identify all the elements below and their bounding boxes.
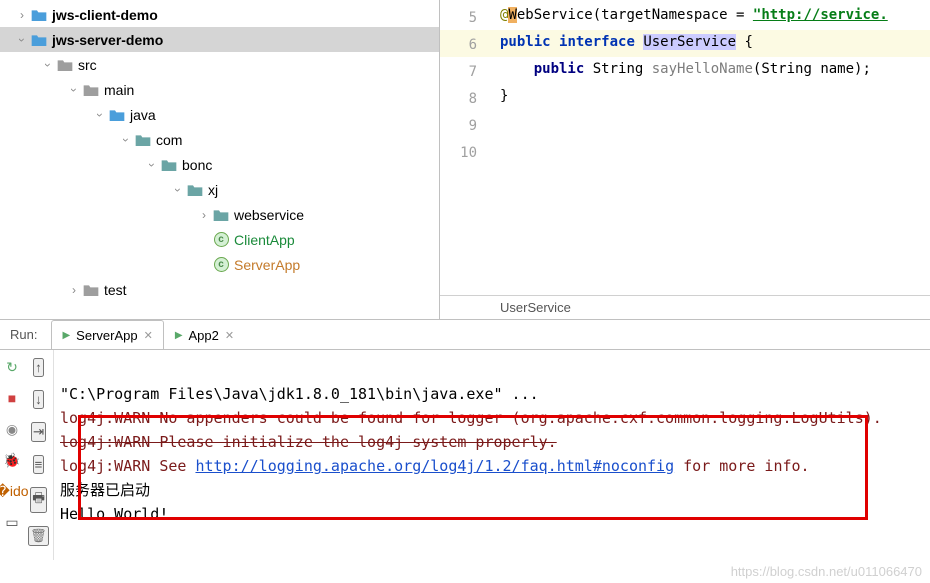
- tree-label: src: [78, 57, 97, 73]
- package-icon: [160, 157, 178, 173]
- tree-label: jws-client-demo: [52, 7, 158, 23]
- folder-icon: [82, 282, 100, 298]
- run-tool-header: Run: ▶ ServerApp ✕ ▶ App2 ✕: [0, 320, 930, 350]
- code-editor[interactable]: 5@WebService(targetNamespace = "http://s…: [440, 0, 930, 319]
- chevron-down-icon: ›: [171, 182, 185, 198]
- rerun-button[interactable]: ↻: [3, 358, 21, 376]
- clear-button[interactable]: 🗑: [28, 526, 49, 546]
- play-icon: ▶: [175, 330, 183, 341]
- line-number: 7: [440, 57, 495, 84]
- line-number: 6: [440, 30, 495, 57]
- tree-item-java[interactable]: › java: [0, 102, 439, 127]
- stop-button[interactable]: ■: [3, 389, 21, 407]
- package-icon: [212, 207, 230, 223]
- line-number: 9: [440, 111, 495, 138]
- play-icon: ▶: [62, 330, 70, 341]
- tree-item-xj[interactable]: › xj: [0, 177, 439, 202]
- breadcrumb[interactable]: UserService: [440, 295, 930, 319]
- tree-label: test: [104, 282, 127, 298]
- tree-item-webservice[interactable]: › webservice: [0, 202, 439, 227]
- folder-icon: [82, 82, 100, 98]
- tree-label: bonc: [182, 157, 212, 173]
- up-button[interactable]: ↑: [33, 358, 44, 377]
- class-icon: c: [212, 232, 230, 248]
- folder-icon: [30, 7, 48, 23]
- tree-item-bonc[interactable]: › bonc: [0, 152, 439, 177]
- line-number: 10: [440, 138, 495, 165]
- chevron-right-icon: ›: [14, 8, 30, 22]
- tree-label: ServerApp: [234, 257, 300, 273]
- exit-button[interactable]: �ido: [3, 482, 21, 500]
- tree-label: webservice: [234, 207, 304, 223]
- folder-icon: [30, 32, 48, 48]
- tree-item-serverapp[interactable]: c ServerApp: [0, 252, 439, 277]
- tree-label: jws-server-demo: [52, 32, 163, 48]
- tree-label: main: [104, 82, 134, 98]
- chevron-right-icon: ›: [66, 283, 82, 297]
- line-number: 8: [440, 84, 495, 111]
- tree-item-jws-server[interactable]: › jws-server-demo: [0, 27, 439, 52]
- down-button[interactable]: ↓: [33, 390, 44, 409]
- debug-button[interactable]: 🐞: [3, 451, 21, 469]
- project-tree[interactable]: › jws-client-demo › jws-server-demo › sr…: [0, 0, 440, 319]
- line-number: 5: [440, 3, 495, 30]
- class-icon: c: [212, 257, 230, 273]
- tree-label: xj: [208, 182, 218, 198]
- dump-button[interactable]: ◉: [3, 420, 21, 438]
- layout-button[interactable]: ▭: [3, 513, 21, 531]
- tree-label: java: [130, 107, 156, 123]
- chevron-right-icon: ›: [196, 208, 212, 222]
- run-tab-app2[interactable]: ▶ App2 ✕: [164, 320, 245, 349]
- annotation-box: [78, 415, 868, 520]
- close-icon[interactable]: ✕: [144, 329, 153, 342]
- tree-item-com[interactable]: › com: [0, 127, 439, 152]
- console-line: "C:\Program Files\Java\jdk1.8.0_181\bin\…: [60, 385, 539, 403]
- folder-icon: [108, 107, 126, 123]
- folder-icon: [56, 57, 74, 73]
- tree-item-main[interactable]: › main: [0, 77, 439, 102]
- run-label: Run:: [0, 327, 51, 342]
- chevron-down-icon: ›: [145, 157, 159, 173]
- chevron-down-icon: ›: [67, 82, 81, 98]
- chevron-down-icon: ›: [41, 57, 55, 73]
- scroll-button[interactable]: ≡: [33, 455, 45, 474]
- chevron-down-icon: ›: [93, 107, 107, 123]
- run-toolbar-left: ↻ ■ ◉ 🐞 �ido ▭: [0, 350, 24, 560]
- package-icon: [134, 132, 152, 148]
- package-icon: [186, 182, 204, 198]
- tree-item-clientapp[interactable]: c ClientApp: [0, 227, 439, 252]
- wrap-button[interactable]: ⇥: [31, 422, 46, 442]
- tree-label: ClientApp: [234, 232, 295, 248]
- tree-item-src[interactable]: › src: [0, 52, 439, 77]
- tree-label: com: [156, 132, 182, 148]
- close-icon[interactable]: ✕: [225, 329, 234, 342]
- tree-item-test[interactable]: › test: [0, 277, 439, 302]
- run-tab-serverapp[interactable]: ▶ ServerApp ✕: [51, 320, 163, 349]
- chevron-down-icon: ›: [15, 32, 29, 48]
- chevron-down-icon: ›: [119, 132, 133, 148]
- run-toolbar-right: ↑ ↓ ⇥ ≡ 🖶 🗑: [24, 350, 54, 560]
- print-button[interactable]: 🖶: [30, 487, 47, 513]
- tree-item-jws-client[interactable]: › jws-client-demo: [0, 2, 439, 27]
- watermark: https://blog.csdn.net/u011066470: [731, 564, 922, 579]
